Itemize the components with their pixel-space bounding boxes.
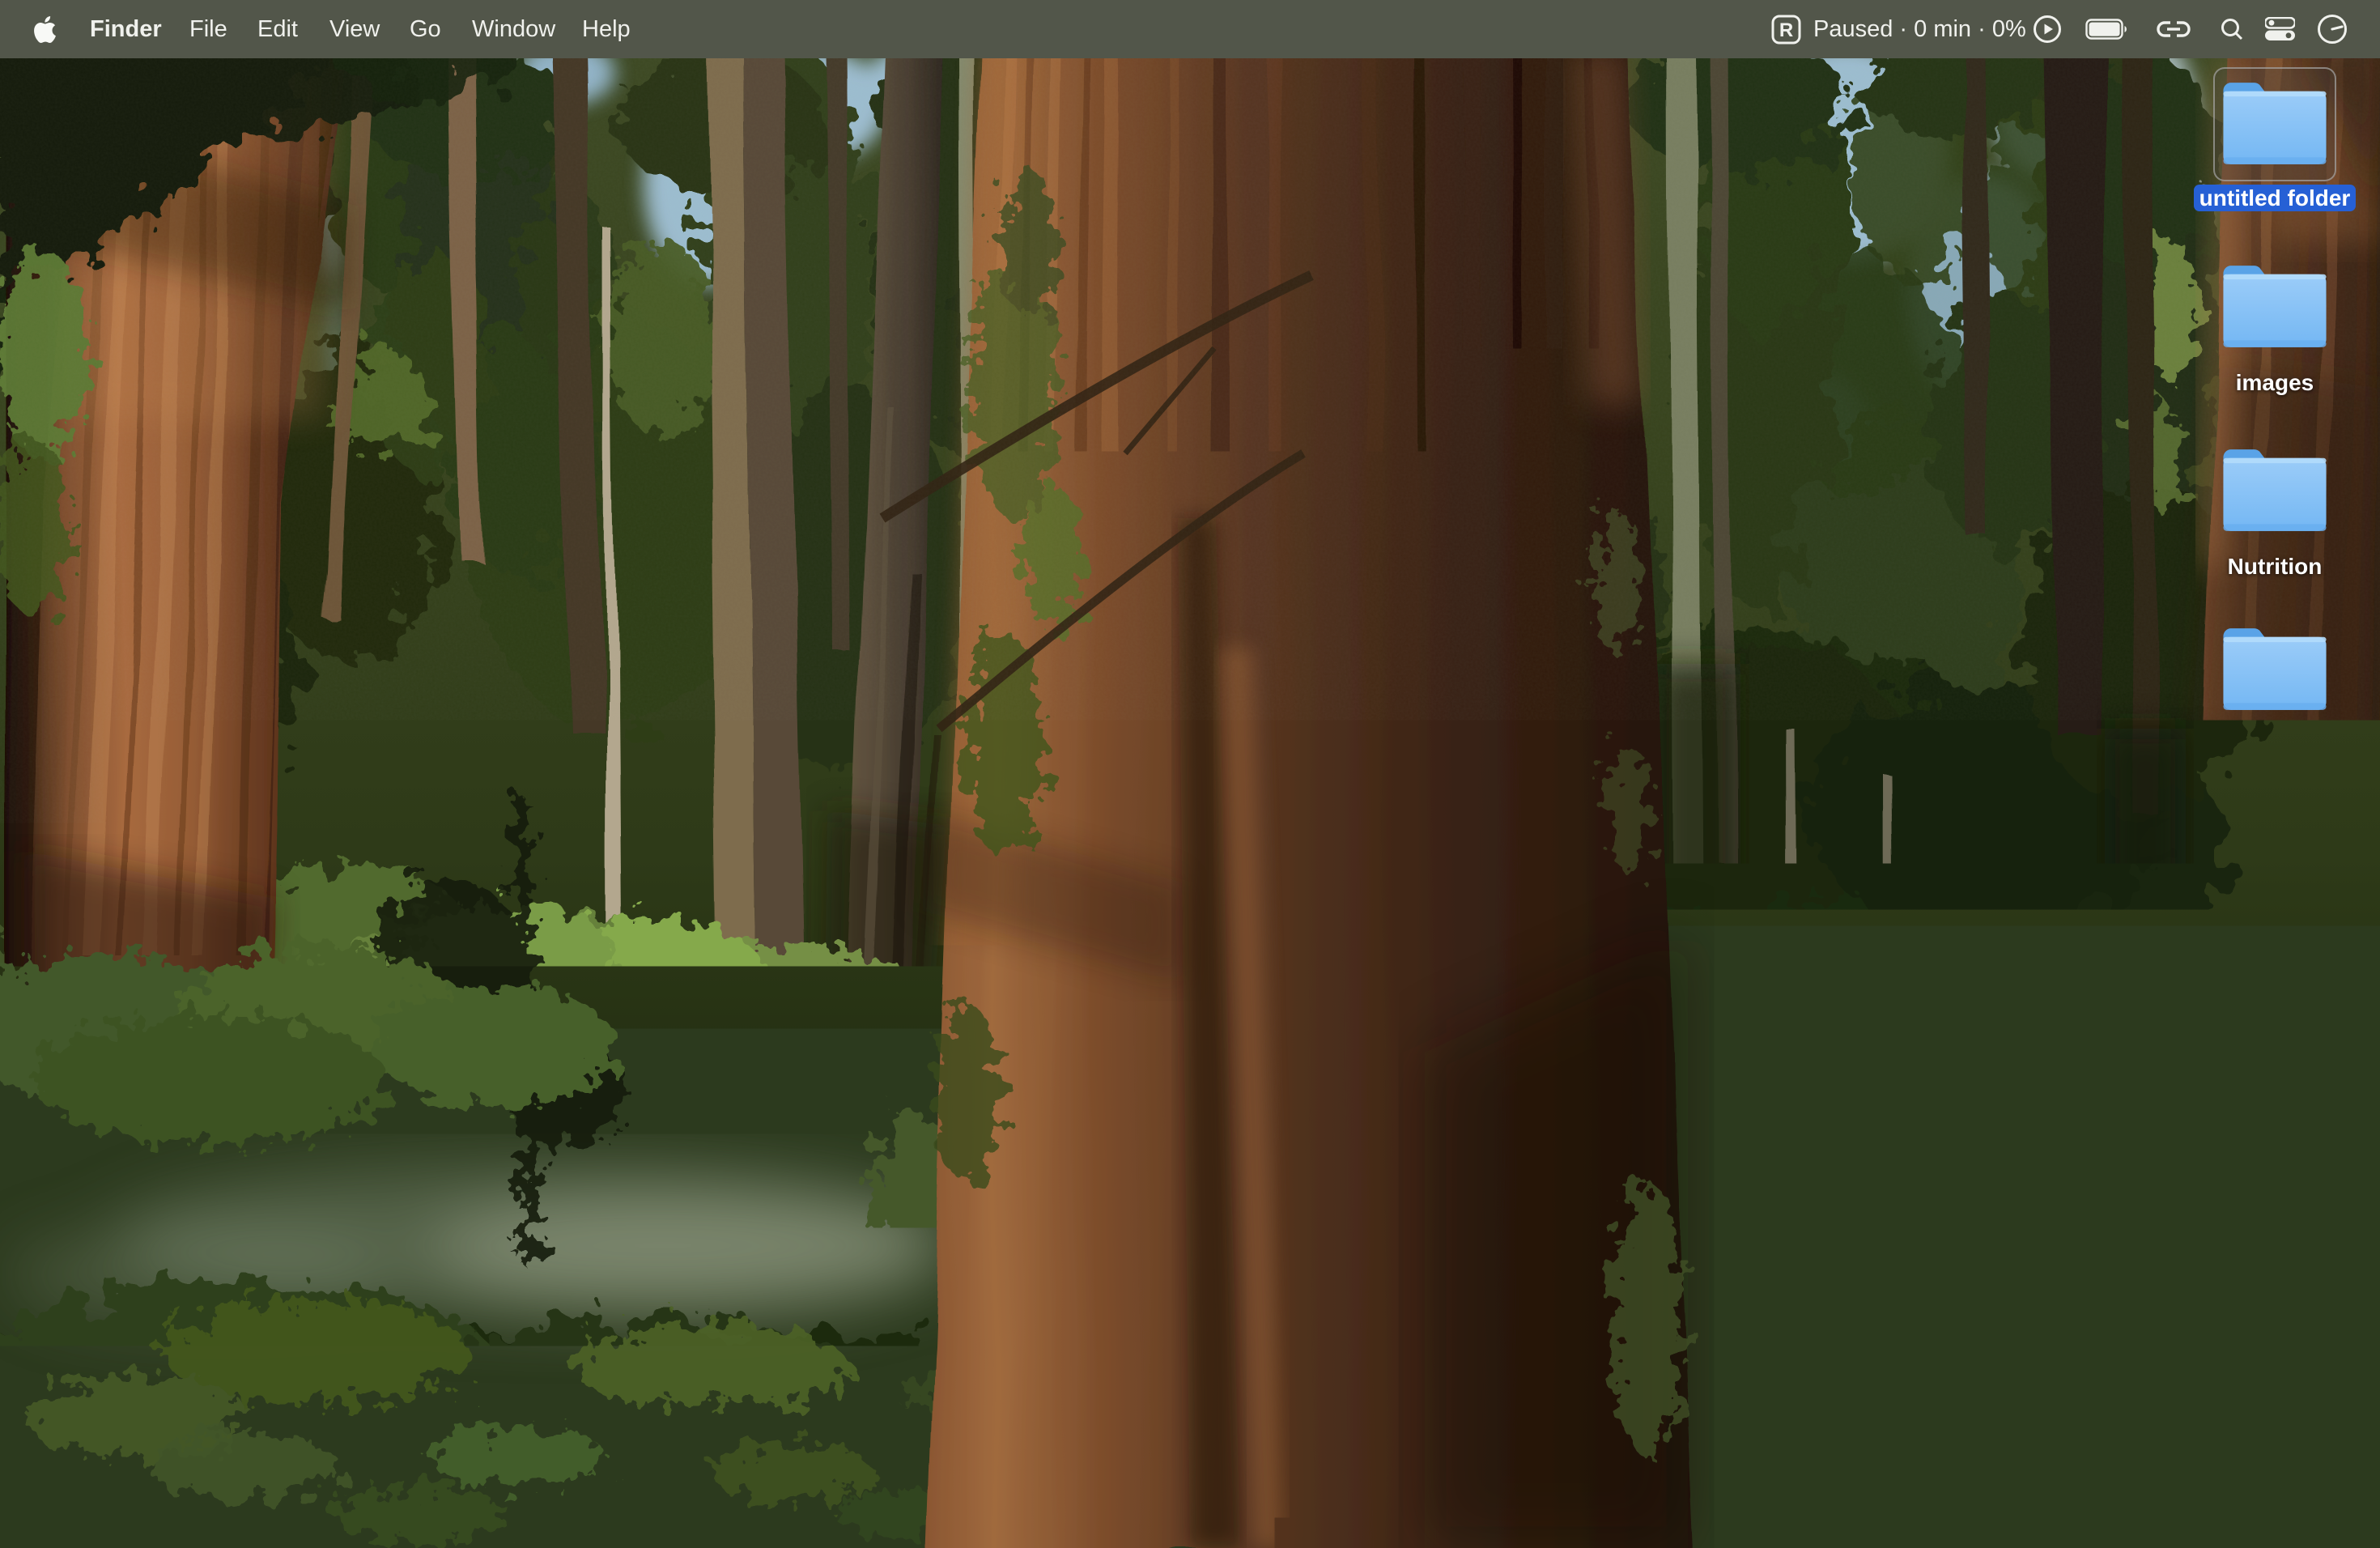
svg-text:zoom: zoom	[1328, 1483, 1372, 1502]
svg-text:1: 1	[933, 1465, 941, 1481]
svg-text:FEB: FEB	[599, 1466, 619, 1478]
svg-text:17: 17	[591, 1482, 627, 1517]
svg-text:Aa: Aa	[1640, 1478, 1672, 1508]
svg-text:R: R	[1779, 19, 1793, 41]
